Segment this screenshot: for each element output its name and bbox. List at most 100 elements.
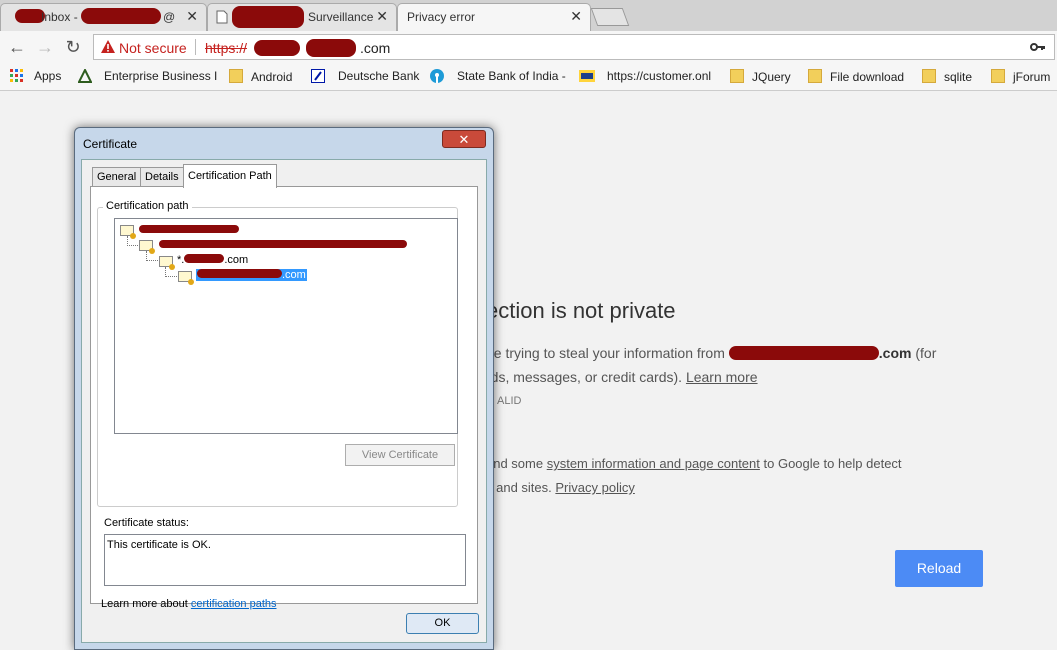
redaction: [159, 240, 407, 248]
bookmark-label: jForum: [1013, 70, 1051, 84]
view-certificate-button[interactable]: View Certificate: [345, 444, 455, 466]
report-line-1: end some system information and page con…: [486, 456, 902, 471]
tab-title: Inbox -: [41, 10, 78, 24]
tab-strip: Inbox - @ ✕ Surveillance ✕ Privacy error…: [0, 0, 1057, 31]
warning-text: be trying to steal your information from: [486, 345, 729, 361]
bookmark-label: sqlite: [944, 70, 973, 84]
bookmark-jforum[interactable]: jForum: [991, 69, 1050, 84]
certification-paths-link[interactable]: certification paths: [191, 598, 277, 610]
tab-surveillance[interactable]: Surveillance ✕: [207, 3, 397, 31]
redaction: [254, 40, 300, 56]
bookmark-customer-online[interactable]: https://customer.onl: [579, 69, 711, 83]
report-text: to Google to help detect: [759, 456, 902, 471]
bookmark-label: Android: [251, 70, 293, 84]
apps-grid-icon: [10, 69, 23, 82]
certificate-dialog: Certificate ✕ General Details Certificat…: [74, 127, 494, 650]
bookmark-label: Enterprise Business I: [104, 69, 218, 83]
system-info-link[interactable]: system information and page content: [547, 456, 760, 471]
redaction: [81, 8, 161, 24]
page-heading: ection is not private: [486, 298, 676, 323]
close-icon[interactable]: ✕: [570, 8, 582, 25]
triangle-logo-icon: [77, 67, 93, 83]
bookmark-enterprise-business[interactable]: Enterprise Business I: [77, 67, 218, 83]
reload-page-button[interactable]: Reload: [895, 550, 983, 587]
warning-text: (for: [911, 345, 937, 361]
bookmark-label: State Bank of India -: [457, 69, 566, 83]
deutsche-bank-icon: [311, 69, 325, 83]
warning-text: rds, messages, or credit cards).: [486, 369, 686, 385]
folder-icon: [808, 69, 822, 83]
tree-connector: [146, 251, 158, 261]
warning-line-2: rds, messages, or credit cards). Learn m…: [486, 369, 758, 385]
bookmark-android[interactable]: Android: [229, 69, 292, 84]
bookmark-file-download[interactable]: File download: [808, 69, 904, 84]
folder-icon: [922, 69, 936, 83]
new-tab-button[interactable]: [590, 8, 630, 26]
sbi-icon: [430, 69, 444, 83]
dialog-close-button[interactable]: ✕: [442, 130, 486, 148]
certificate-icon: [139, 240, 155, 254]
bookmark-sqlite[interactable]: sqlite: [922, 69, 972, 84]
group-label: Certification path: [103, 200, 192, 212]
learn-more-text: Learn more about certification paths: [101, 598, 277, 610]
not-secure-label[interactable]: Not secure: [119, 40, 187, 56]
tab-title: Surveillance: [308, 10, 374, 24]
close-icon[interactable]: ✕: [186, 8, 198, 25]
warning-line-1: be trying to steal your information from…: [486, 345, 936, 361]
certificate-icon: [159, 256, 175, 270]
tab-details[interactable]: Details: [140, 167, 184, 187]
bookmark-apps[interactable]: Apps: [10, 69, 61, 83]
tree-node-label: *.: [177, 254, 185, 266]
tab-certification-path[interactable]: Certification Path: [183, 164, 277, 188]
lic-icon: [579, 70, 595, 82]
tab-inbox[interactable]: Inbox - @ ✕: [0, 3, 207, 31]
certificate-icon: [120, 225, 136, 239]
learn-more-prefix: Learn more about: [101, 598, 191, 610]
url-scheme: https://: [205, 40, 248, 56]
tree-node-selected[interactable]: .com: [196, 269, 307, 281]
document-icon: [216, 10, 228, 24]
tree-connector: [165, 267, 177, 277]
certificate-tree[interactable]: *. .com .com: [114, 218, 458, 434]
dialog-title: Certificate: [83, 137, 138, 151]
key-icon[interactable]: [1030, 39, 1046, 55]
tab-title-partial: @: [163, 10, 176, 24]
tab-general[interactable]: General: [92, 167, 142, 187]
bookmark-label: Deutsche Bank: [338, 69, 420, 83]
bookmark-label: Apps: [34, 69, 62, 83]
tree-node-suffix: .com: [224, 254, 249, 266]
redaction: [184, 254, 225, 263]
redaction: [306, 39, 356, 57]
redaction: [728, 346, 879, 360]
ok-button[interactable]: OK: [406, 613, 479, 634]
url-domain: .com: [360, 40, 391, 56]
folder-icon: [730, 69, 744, 83]
forward-button[interactable]: →: [34, 36, 56, 58]
bookmark-label: JQuery: [752, 70, 791, 84]
folder-icon: [991, 69, 1005, 83]
address-bar[interactable]: Not secure https:// .com: [93, 34, 1055, 60]
learn-more-link[interactable]: Learn more: [686, 369, 758, 385]
tab-privacy-error[interactable]: Privacy error ✕: [397, 3, 591, 31]
bookmark-deutsche-bank[interactable]: Deutsche Bank: [311, 69, 419, 83]
bookmarks-bar: Apps Enterprise Business I Android Deuts…: [0, 63, 1057, 91]
folder-icon: [229, 69, 243, 83]
bookmark-label: https://customer.onl: [607, 69, 712, 83]
certificate-status-label: Certificate status:: [104, 517, 189, 529]
tree-node-wildcard[interactable]: *. .com: [177, 254, 248, 266]
back-button[interactable]: ←: [6, 36, 28, 58]
reload-button[interactable]: ↻: [62, 36, 84, 58]
tree-connector: [127, 236, 138, 246]
redaction: [139, 225, 239, 233]
divider: [195, 39, 196, 55]
report-line-2: s and sites. Privacy policy: [486, 480, 635, 495]
bookmark-jquery[interactable]: JQuery: [730, 69, 791, 84]
redaction: [197, 269, 282, 278]
tab-title: Privacy error: [407, 10, 476, 24]
certificate-status-box[interactable]: This certificate is OK.: [104, 534, 466, 586]
bookmark-state-bank[interactable]: State Bank of India -: [430, 69, 566, 83]
error-code[interactable]: ALID: [497, 395, 521, 407]
bookmark-label: File download: [830, 70, 905, 84]
privacy-policy-link[interactable]: Privacy policy: [555, 480, 634, 495]
close-icon[interactable]: ✕: [376, 8, 388, 25]
